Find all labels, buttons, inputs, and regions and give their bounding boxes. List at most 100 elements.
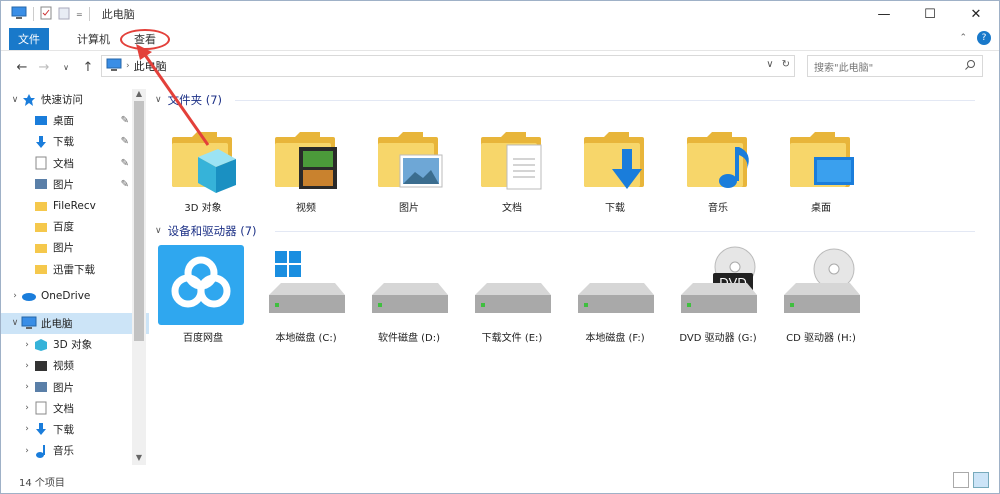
drive-tile[interactable]: 本地磁盘 (C:) bbox=[256, 245, 356, 344]
tab-view[interactable]: 查看 bbox=[120, 28, 170, 50]
pin-icon[interactable]: ✎ bbox=[121, 136, 129, 147]
drive-tile[interactable]: 软件磁盘 (D:) bbox=[359, 245, 459, 344]
breadcrumb[interactable]: 此电脑 bbox=[134, 58, 167, 74]
nav-scrollbar[interactable]: ▲ ▼ bbox=[132, 89, 146, 465]
folder-label: 文档 bbox=[502, 203, 522, 214]
scroll-down-icon[interactable]: ▼ bbox=[132, 453, 146, 465]
folder-tile[interactable]: 视频 bbox=[256, 115, 356, 214]
folder-icon bbox=[33, 262, 49, 276]
folder-tile[interactable]: 文档 bbox=[462, 115, 562, 214]
video-folder-icon bbox=[261, 115, 351, 195]
large-icons-view-button[interactable] bbox=[973, 472, 989, 488]
collapse-chevron-icon[interactable]: ∨ bbox=[155, 226, 162, 236]
nav-item[interactable]: 图片 ✎ bbox=[1, 174, 149, 195]
item-count: 14 个项目 bbox=[19, 477, 65, 489]
nav-item[interactable]: › 图片 bbox=[1, 376, 149, 397]
nav-item[interactable]: 桌面 ✎ bbox=[1, 110, 149, 131]
dvd-drive-icon: DVD bbox=[673, 245, 763, 325]
drive-label: 软件磁盘 (D:) bbox=[377, 333, 441, 344]
expand-chevron-icon[interactable]: › bbox=[21, 446, 33, 456]
folder-tile[interactable]: 3D 对象 bbox=[153, 115, 253, 214]
baidu-netdisk-icon bbox=[158, 245, 248, 325]
expand-chevron-icon[interactable]: › bbox=[21, 424, 33, 434]
tab-computer[interactable]: 计算机 bbox=[65, 28, 122, 50]
drive-tile[interactable]: DVD DVD 驱动器 (G:) bbox=[668, 245, 768, 344]
nav-item[interactable]: › 音乐 bbox=[1, 440, 149, 461]
nav-item[interactable]: 迅雷下载 bbox=[1, 259, 149, 280]
nav-item[interactable]: ∨ 快速访问 bbox=[1, 89, 149, 110]
tab-file[interactable]: 文件 bbox=[9, 27, 49, 50]
folder-tile[interactable]: 音乐 bbox=[668, 115, 768, 214]
properties-icon[interactable] bbox=[40, 6, 52, 23]
customize-qat-icon[interactable]: = bbox=[76, 10, 83, 19]
nav-item[interactable]: › OneDrive bbox=[1, 286, 149, 307]
details-view-button[interactable] bbox=[953, 472, 969, 488]
drive-tile[interactable]: CD 驱动器 (H:) bbox=[771, 245, 871, 344]
devices-group-header[interactable]: ∨ 设备和驱动器 (7) bbox=[155, 222, 257, 240]
expand-chevron-icon[interactable]: › bbox=[21, 382, 33, 392]
nav-item-label: 图片 bbox=[53, 242, 74, 255]
address-bar[interactable]: › 此电脑 ∨ ↻ bbox=[101, 55, 795, 77]
system-drive-icon bbox=[261, 245, 351, 325]
folder-label: 音乐 bbox=[708, 203, 728, 214]
new-folder-icon[interactable] bbox=[58, 6, 70, 23]
up-button[interactable]: ↑ bbox=[77, 56, 99, 78]
folder-tile[interactable]: 下载 bbox=[565, 115, 665, 214]
close-button[interactable]: ✕ bbox=[953, 1, 999, 27]
desktop-icon bbox=[33, 114, 49, 128]
nav-item-label: 下载 bbox=[53, 423, 74, 436]
drive-label: 百度网盘 bbox=[183, 333, 223, 344]
recent-locations-button[interactable]: ∨ bbox=[55, 56, 77, 78]
scroll-thumb[interactable] bbox=[134, 101, 144, 341]
nav-item[interactable]: › 视频 bbox=[1, 355, 149, 376]
expand-ribbon-icon[interactable]: ⌃ bbox=[959, 33, 967, 43]
drive-icon bbox=[570, 245, 660, 325]
folder-tile[interactable]: 图片 bbox=[359, 115, 459, 214]
refresh-icon[interactable]: ↻ bbox=[782, 59, 790, 70]
drive-tile[interactable]: 百度网盘 bbox=[153, 245, 253, 344]
nav-item[interactable]: FileRecv bbox=[1, 195, 149, 216]
drive-tile[interactable]: 下载文件 (E:) bbox=[462, 245, 562, 344]
picture-icon bbox=[33, 380, 49, 394]
folder-label: 图片 bbox=[399, 203, 419, 214]
folders-group-header[interactable]: ∨ 文件夹 (7) bbox=[155, 91, 222, 109]
forward-button[interactable]: → bbox=[33, 56, 55, 78]
scroll-up-icon[interactable]: ▲ bbox=[132, 89, 146, 101]
devices-header-label: 设备和驱动器 (7) bbox=[167, 224, 257, 238]
drive-tile[interactable]: 本地磁盘 (F:) bbox=[565, 245, 665, 344]
nav-item[interactable]: 百度 bbox=[1, 216, 149, 237]
address-dropdown-icon[interactable]: ∨ bbox=[766, 59, 773, 70]
minimize-button[interactable]: — bbox=[861, 1, 907, 27]
nav-item[interactable]: › 下载 bbox=[1, 419, 149, 440]
expand-chevron-icon[interactable]: ∨ bbox=[9, 318, 21, 328]
help-icon[interactable]: ? bbox=[977, 31, 991, 45]
maximize-button[interactable]: ☐ bbox=[907, 1, 953, 27]
breadcrumb-separator-icon[interactable]: › bbox=[126, 61, 130, 71]
pin-icon[interactable]: ✎ bbox=[121, 179, 129, 190]
collapse-chevron-icon[interactable]: ∨ bbox=[155, 95, 162, 105]
nav-item[interactable]: › 3D 对象 bbox=[1, 334, 149, 355]
expand-chevron-icon[interactable]: › bbox=[21, 403, 33, 413]
pin-icon[interactable]: ✎ bbox=[121, 115, 129, 126]
nav-item[interactable]: 图片 bbox=[1, 237, 149, 258]
expand-chevron-icon[interactable]: › bbox=[9, 291, 21, 301]
folder-tile[interactable]: 桌面 bbox=[771, 115, 871, 214]
computer-icon bbox=[21, 316, 37, 330]
drive-label: CD 驱动器 (H:) bbox=[786, 333, 856, 344]
nav-item[interactable]: › 文档 bbox=[1, 398, 149, 419]
picture-folder-icon bbox=[364, 115, 454, 195]
back-button[interactable]: ← bbox=[11, 56, 33, 78]
folder-label: 下载 bbox=[605, 203, 625, 214]
nav-item[interactable]: ∨ 此电脑 bbox=[1, 312, 149, 335]
search-icon[interactable] bbox=[964, 59, 976, 74]
expand-chevron-icon[interactable]: › bbox=[21, 340, 33, 350]
drive-label: 本地磁盘 (C:) bbox=[275, 333, 337, 344]
expand-chevron-icon[interactable]: › bbox=[21, 361, 33, 371]
pin-icon[interactable]: ✎ bbox=[121, 158, 129, 169]
nav-item-label: 快速访问 bbox=[41, 94, 83, 107]
search-input[interactable]: 搜索"此电脑" bbox=[807, 55, 983, 77]
nav-item[interactable]: 文档 ✎ bbox=[1, 153, 149, 174]
drive-icon bbox=[364, 245, 454, 325]
expand-chevron-icon[interactable]: ∨ bbox=[9, 95, 21, 105]
nav-item[interactable]: 下载 ✎ bbox=[1, 131, 149, 152]
